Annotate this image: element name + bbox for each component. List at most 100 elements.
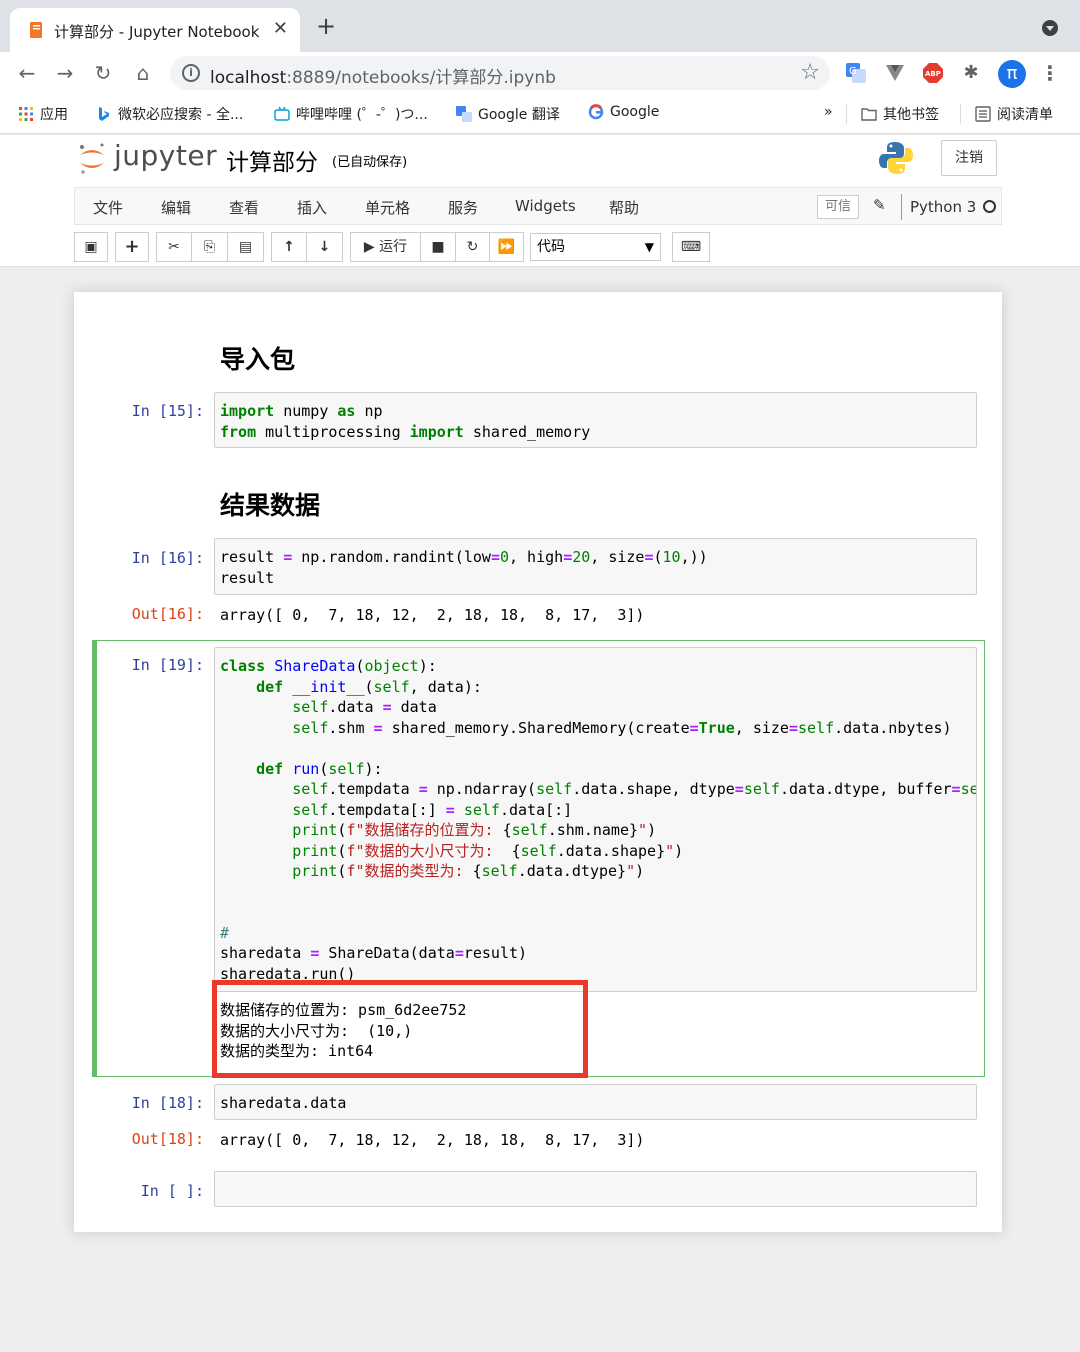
bookmark-google-translate[interactable]: Google 翻译 (456, 104, 560, 124)
jupyter-logo-icon[interactable] (78, 141, 106, 175)
browser-menu-icon[interactable]: ⋮ (1040, 61, 1060, 85)
browser-tab[interactable]: 计算部分 - Jupyter Notebook ✕ (10, 8, 300, 52)
adblock-extension-icon[interactable]: ABP (922, 62, 944, 84)
code-cell-input[interactable]: sharedata.data (214, 1084, 977, 1120)
trusted-badge[interactable]: 可信 (817, 195, 859, 219)
python-logo-icon (879, 142, 913, 174)
url-text: localhost:8889/notebooks/计算部分.ipynb (210, 68, 556, 88)
bookmark-label: 其他书签 (883, 107, 939, 123)
output-prompt: Out[18]: (131, 1130, 204, 1148)
paste-icon[interactable]: ▤ (227, 232, 264, 262)
reading-list-icon (975, 106, 991, 122)
close-tab-icon[interactable]: ✕ (273, 18, 288, 39)
site-info-icon[interactable]: i (182, 64, 200, 82)
cut-icon[interactable]: ✂ (156, 232, 192, 262)
bookmark-label: 微软必应搜索 - 全... (118, 107, 244, 123)
input-prompt: In [19]: (131, 656, 204, 674)
code-text: import numpy as np from multiprocessing … (220, 402, 591, 441)
translate-extension-icon[interactable]: G (845, 62, 867, 84)
bookmark-label: 应用 (40, 107, 68, 123)
menu-help[interactable]: 帮助 (609, 197, 639, 218)
output-prompt: Out[16]: (131, 605, 204, 623)
bilibili-icon (274, 106, 290, 121)
menu-insert[interactable]: 插入 (297, 197, 327, 218)
menu-edit[interactable]: 编辑 (161, 197, 191, 218)
restart-icon[interactable]: ↻ (455, 232, 490, 262)
home-icon[interactable]: ⌂ (130, 60, 156, 86)
kernel-name: Python 3 (901, 194, 976, 220)
browser-tabstrip: 计算部分 - Jupyter Notebook ✕ + (0, 0, 1080, 52)
cell-type-value: 代码 (537, 239, 565, 255)
jupyter-logo-text[interactable]: jupyter (114, 139, 217, 172)
menu-kernel[interactable]: 服务 (448, 197, 478, 218)
new-tab-icon[interactable]: + (316, 14, 336, 38)
save-icon[interactable]: ▣ (74, 232, 108, 262)
input-prompt: In [ ]: (140, 1182, 204, 1200)
red-highlight-box (212, 980, 588, 1078)
code-cell-input[interactable]: import numpy as np from multiprocessing … (214, 392, 977, 448)
code-text: result = np.random.randint(low=0, high=2… (220, 548, 708, 587)
bookmark-bilibili[interactable]: 哔哩哔哩 (゜-゜)つ... (274, 104, 428, 124)
keyboard-icon[interactable]: ⌨ (672, 232, 710, 262)
google-icon (588, 104, 604, 120)
code-text: class ShareData(object): def __init__(se… (220, 657, 977, 983)
run-label: 运行 (379, 239, 408, 255)
bookmark-label: Google (610, 104, 660, 120)
interrupt-icon[interactable]: ■ (420, 232, 456, 262)
input-prompt: In [18]: (131, 1094, 204, 1112)
bookmark-other[interactable]: 其他书签 (846, 104, 939, 124)
bookmark-bing[interactable]: 微软必应搜索 - 全... (96, 104, 243, 124)
empty-code-cell-input[interactable] (214, 1171, 977, 1207)
bookmark-label: Google 翻译 (478, 107, 560, 123)
insert-cell-icon[interactable]: + (115, 232, 149, 262)
vue-extension-icon[interactable] (884, 62, 906, 84)
back-icon[interactable]: ← (14, 60, 40, 86)
google-translate-icon (456, 106, 472, 122)
tab-search-icon[interactable] (1042, 20, 1058, 36)
menu-file[interactable]: 文件 (93, 197, 123, 218)
markdown-heading-result[interactable]: 结果数据 (220, 486, 320, 522)
bookmark-label: 哔哩哔哩 (゜-゜)つ... (296, 107, 428, 123)
code-cell-input[interactable]: result = np.random.randint(low=0, high=2… (214, 538, 977, 595)
profile-avatar[interactable]: π (998, 60, 1026, 88)
bookmarks-bar: 应用 微软必应搜索 - 全... 哔哩哔哩 (゜-゜)つ... Google 翻… (0, 94, 1080, 134)
code-cell-input[interactable]: class ShareData(object): def __init__(se… (214, 647, 977, 992)
reading-list[interactable]: 阅读清单 (960, 104, 1053, 124)
play-icon: ▶ (363, 239, 380, 255)
browser-toolbar: ← → ↻ ⌂ i localhost:8889/notebooks/计算部分.… (0, 52, 1080, 94)
cell-type-select[interactable]: 代码 ▼ (530, 233, 661, 261)
bookmark-apps[interactable]: 应用 (18, 104, 68, 124)
address-bar[interactable]: i localhost:8889/notebooks/计算部分.ipynb ☆ (170, 56, 830, 90)
reload-icon[interactable]: ↻ (90, 60, 116, 86)
notebook-container: 导入包 In [15]: import numpy as np from mul… (74, 292, 1002, 1232)
input-prompt: In [16]: (131, 549, 204, 567)
autosave-status: (已自动保存) (332, 155, 408, 170)
input-prompt: In [15]: (131, 402, 204, 420)
menu-view[interactable]: 查看 (229, 197, 259, 218)
notebook-menubar: 文件 编辑 查看 插入 单元格 服务 Widgets 帮助 可信 ✎ Pytho… (74, 187, 1002, 225)
move-up-icon[interactable]: ↑ (271, 232, 307, 262)
notebook-name[interactable]: 计算部分 (226, 143, 318, 177)
menu-cell[interactable]: 单元格 (365, 197, 410, 218)
bing-icon (99, 107, 109, 121)
menu-widgets[interactable]: Widgets (515, 197, 576, 215)
move-down-icon[interactable]: ↓ (306, 232, 343, 262)
restart-run-all-icon[interactable]: ⏩ (489, 232, 524, 262)
extensions-puzzle-icon[interactable]: ✱ (958, 60, 984, 86)
svg-text:ABP: ABP (925, 70, 941, 78)
bookmarks-overflow-icon[interactable]: » (824, 104, 833, 120)
forward-icon[interactable]: → (52, 60, 78, 86)
kernel-status-icon (983, 200, 996, 213)
tab-title: 计算部分 - Jupyter Notebook (54, 23, 260, 41)
bookmark-google[interactable]: Google (588, 104, 659, 120)
markdown-heading-import[interactable]: 导入包 (220, 340, 295, 376)
copy-icon[interactable]: ⎘ (191, 232, 228, 262)
chevron-down-icon: ▼ (644, 240, 654, 254)
jupyter-header: jupyter 计算部分 (已自动保存) 注销 文件 编辑 查看 插入 单元格 … (0, 135, 1080, 267)
apps-grid-icon (19, 107, 33, 121)
bookmark-star-icon[interactable]: ☆ (800, 60, 820, 85)
logout-button[interactable]: 注销 (941, 140, 997, 176)
cell-output: array([ 0, 7, 18, 12, 2, 18, 18, 8, 17, … (220, 606, 645, 624)
run-button[interactable]: ▶ 运行 (350, 232, 421, 262)
pencil-icon[interactable]: ✎ (873, 196, 886, 214)
